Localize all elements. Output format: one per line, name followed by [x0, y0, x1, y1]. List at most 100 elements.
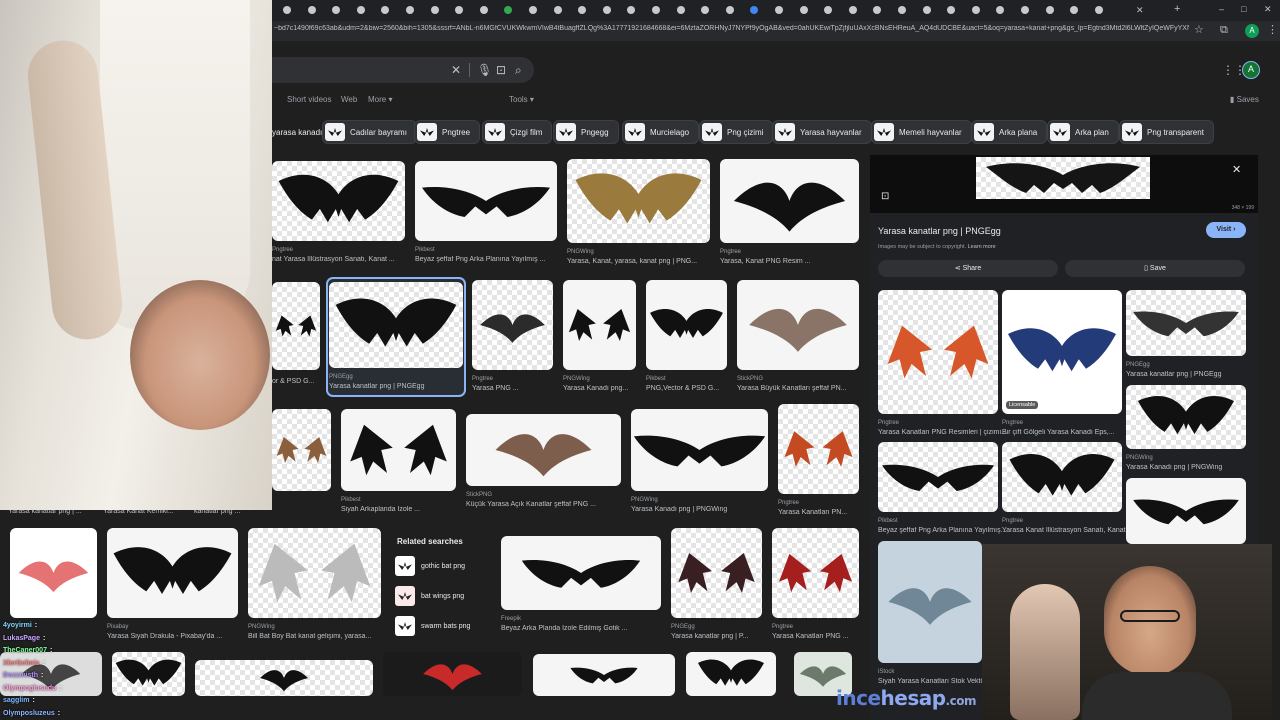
result-source[interactable]: PNGEgg: [1126, 362, 1150, 368]
browser-tab[interactable]: [504, 6, 513, 14]
filter-chip[interactable]: Pngegg: [553, 120, 619, 144]
browser-tab[interactable]: [455, 6, 464, 14]
filter-chip[interactable]: Cadılar bayramı: [322, 120, 417, 144]
filter-chip[interactable]: Png çizimi: [699, 120, 774, 144]
filter-chip[interactable]: Arka plan: [1047, 120, 1119, 144]
result-caption[interactable]: Yarasa Kanadı png...: [563, 385, 646, 392]
tab-web[interactable]: Web: [341, 95, 357, 104]
voice-search-icon[interactable]: 🎙: [477, 63, 492, 77]
search-input[interactable]: ✕ 🎙 ⊡ ⌕: [272, 57, 534, 83]
browser-menu-icon[interactable]: ⋮: [1267, 25, 1278, 36]
image-result-thumbnail[interactable]: [501, 536, 661, 610]
browser-tab[interactable]: [775, 6, 783, 14]
tab-short-videos[interactable]: Short videos: [287, 95, 331, 104]
account-avatar[interactable]: A: [1242, 61, 1260, 79]
browser-tab[interactable]: [553, 6, 562, 14]
result-source[interactable]: Pikbest: [341, 497, 361, 503]
result-source[interactable]: PNGEgg: [329, 374, 353, 380]
visit-button[interactable]: Visit ›: [1206, 222, 1246, 238]
image-result-thumbnail[interactable]: [415, 161, 557, 241]
result-source[interactable]: Pngtree: [1002, 420, 1023, 426]
result-caption[interactable]: Siyah Yarasa Kanatları Stok Vektör S...: [878, 678, 992, 685]
result-caption[interactable]: or & PSD G...: [272, 378, 330, 385]
result-source[interactable]: StickPNG: [466, 492, 492, 498]
browser-tab[interactable]: [848, 6, 857, 14]
result-source[interactable]: Pixabay: [107, 624, 128, 630]
result-caption[interactable]: Yarasa kanatlar png | PNGEgg: [329, 383, 473, 390]
related-item[interactable]: swarm bats png: [395, 616, 470, 636]
result-caption[interactable]: PNG,Vector & PSD G...: [646, 385, 737, 392]
browser-tab[interactable]: [578, 6, 587, 14]
browser-tab[interactable]: [307, 6, 316, 14]
result-caption[interactable]: Yarasa Kanatları PNG ...: [772, 633, 869, 640]
image-result-thumbnail[interactable]: [329, 282, 463, 368]
filter-chip[interactable]: Memeli hayvanlar: [871, 120, 972, 144]
image-result-thumbnail[interactable]: [1126, 385, 1246, 449]
result-caption[interactable]: Yarasa Kanadı png | PNGWing: [631, 506, 778, 513]
result-source[interactable]: Pngtree: [772, 624, 793, 630]
result-caption[interactable]: Beyaz şeffaf Png Arka Planına Yayılmış .…: [415, 256, 567, 263]
result-caption[interactable]: Siyah Arkaplanda İzole ...: [341, 506, 466, 513]
lens-icon[interactable]: ⊡: [496, 63, 506, 77]
result-source[interactable]: iStock: [878, 669, 894, 675]
result-caption[interactable]: Yarasa, Kanat, yarasa, kanat png | PNG..…: [567, 258, 720, 265]
image-result-thumbnail[interactable]: [1126, 290, 1246, 356]
result-source[interactable]: PNGWing: [567, 249, 594, 255]
browser-tab[interactable]: [652, 6, 660, 14]
image-result-thumbnail[interactable]: [272, 409, 331, 491]
browser-tab[interactable]: [873, 6, 882, 14]
image-result-thumbnail[interactable]: [567, 159, 710, 243]
star-icon[interactable]: ☆: [1194, 25, 1204, 36]
result-caption[interactable]: Yarasa Büyük Kanatları şeffaf PN...: [737, 385, 869, 392]
image-result-thumbnail[interactable]: [737, 280, 859, 370]
filter-chip[interactable]: Çizgi film: [482, 120, 553, 144]
result-source[interactable]: PNGWing: [563, 376, 590, 382]
result-source[interactable]: Pikbest: [415, 247, 435, 253]
result-caption[interactable]: Beyaz Arka Planda İzole Edilmiş Gotik ..…: [501, 625, 671, 632]
browser-tab[interactable]: [430, 6, 439, 14]
image-result-thumbnail[interactable]: [248, 528, 381, 618]
learn-more-link[interactable]: Learn more: [968, 244, 996, 250]
browser-tab[interactable]: [1094, 6, 1103, 14]
result-source[interactable]: Pngtree: [878, 420, 899, 426]
tools-button[interactable]: Tools ▾: [509, 95, 534, 104]
result-caption[interactable]: Yarasa Siyah Drakula - Pixabay'da ...: [107, 633, 248, 640]
filter-chip[interactable]: Arka plana: [971, 120, 1048, 144]
browser-tab[interactable]: [1070, 6, 1079, 14]
maximize-icon[interactable]: □: [1241, 4, 1246, 15]
browser-tab[interactable]: [356, 6, 365, 14]
result-caption[interactable]: Bir çift Gölgeli Yarasa Kanadı Eps,...: [1002, 429, 1132, 436]
browser-tab[interactable]: [1021, 6, 1029, 14]
result-source[interactable]: Pikbest: [646, 376, 666, 382]
browser-tab[interactable]: [283, 6, 291, 14]
close-window-icon[interactable]: ✕: [1264, 4, 1272, 15]
image-result-thumbnail[interactable]: [1002, 290, 1122, 414]
filter-chip[interactable]: Yarasa hayvanlar: [772, 120, 872, 144]
close-tab-icon[interactable]: ✕: [1136, 5, 1144, 16]
address-bar[interactable]: ~bd7c1490f69c63ab&udm=2&biw=2560&bih=130…: [272, 21, 1280, 41]
browser-tab[interactable]: [725, 6, 734, 14]
preview-image[interactable]: [976, 157, 1150, 199]
browser-tab[interactable]: [898, 6, 906, 14]
search-icon[interactable]: ⌕: [515, 63, 522, 77]
lens-search-icon[interactable]: ⊡: [881, 191, 889, 202]
result-caption[interactable]: Yarasa Kanat İllüstrasyon Sanatı, Kanat.…: [1002, 527, 1132, 534]
browser-tab[interactable]: [479, 6, 488, 14]
saves-link[interactable]: ▮ Saves: [1230, 95, 1259, 104]
browser-tab[interactable]: [701, 6, 710, 14]
image-result-thumbnail[interactable]: [1126, 478, 1246, 544]
browser-tab[interactable]: [627, 6, 636, 14]
result-source[interactable]: PNGWing: [248, 624, 275, 630]
result-caption[interactable]: Yarasa Kanatları PN...: [778, 509, 869, 516]
clear-icon[interactable]: ✕: [451, 63, 461, 77]
result-source[interactable]: Pngtree: [272, 247, 293, 253]
image-result-thumbnail[interactable]: [671, 528, 762, 618]
result-caption[interactable]: Yarasa kanatlar png | PNGEgg: [1126, 371, 1256, 378]
image-result-thumbnail[interactable]: [472, 280, 553, 370]
share-button[interactable]: ⋖ Share: [878, 260, 1058, 277]
image-result-thumbnail[interactable]: [383, 652, 522, 696]
image-result-thumbnail[interactable]: [563, 280, 636, 370]
browser-tab[interactable]: [602, 6, 611, 14]
image-result-thumbnail[interactable]: [272, 282, 320, 370]
filter-chip[interactable]: Murcielago: [622, 120, 700, 144]
